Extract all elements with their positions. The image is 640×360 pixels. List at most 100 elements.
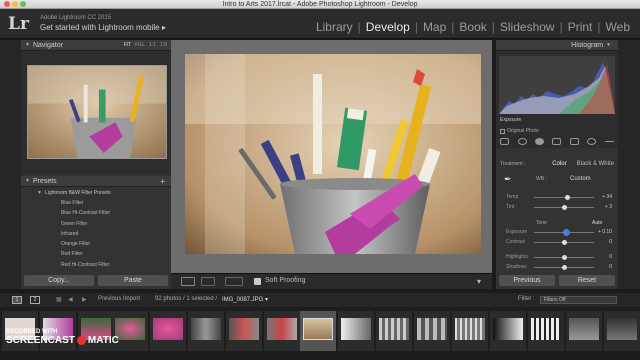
- histogram-header[interactable]: Histogram ▼: [496, 40, 618, 51]
- back-arrow-icon[interactable]: ◀: [68, 296, 73, 303]
- navigator-preview[interactable]: [21, 51, 171, 175]
- copy-button[interactable]: Copy...: [24, 275, 94, 286]
- filename[interactable]: IMG_0087.JPG ▾: [222, 296, 268, 303]
- navigator-header[interactable]: ▼ Navigator FIT FILL 1:1 1:8: [21, 40, 171, 51]
- preset-item[interactable]: Blue Hi-Contrast Filter: [21, 208, 171, 218]
- zoom-1-1[interactable]: 1:1: [149, 40, 156, 51]
- crop-tool-icon[interactable]: [517, 137, 527, 145]
- watermark-brand-suffix: MATIC: [87, 335, 119, 346]
- red-eye-icon[interactable]: [552, 137, 562, 145]
- slider-knob[interactable]: [561, 240, 567, 245]
- preset-item[interactable]: Blue Filter: [21, 198, 171, 208]
- histogram-exposure-label: Exposure: [500, 117, 522, 123]
- filmstrip-thumb[interactable]: [188, 311, 224, 351]
- filmstrip-thumb[interactable]: [528, 311, 564, 351]
- photo-canvas[interactable]: [171, 40, 492, 273]
- secondary-monitor-button[interactable]: 2: [30, 296, 40, 304]
- grid-view-icon[interactable]: ▦: [56, 296, 62, 303]
- filmstrip-thumb[interactable]: [338, 311, 374, 351]
- preset-item[interactable]: Green Filter: [21, 219, 171, 229]
- reset-button[interactable]: Reset: [559, 275, 615, 286]
- add-preset-icon[interactable]: +: [160, 176, 165, 187]
- module-slideshow[interactable]: Slideshow: [498, 20, 557, 34]
- slider-knob[interactable]: [562, 229, 570, 236]
- toolbar-menu-icon[interactable]: ▾: [477, 277, 481, 286]
- navigator-thumbnail[interactable]: [27, 65, 167, 159]
- filmstrip-thumb[interactable]: [452, 311, 488, 351]
- zoom-1-8[interactable]: 1:8: [160, 40, 167, 51]
- filmstrip-thumb[interactable]: [150, 311, 186, 351]
- navigator-title: Navigator: [32, 41, 63, 49]
- module-book[interactable]: Book: [457, 20, 488, 34]
- graduated-filter-icon[interactable]: [569, 137, 579, 145]
- previous-button[interactable]: Previous: [499, 275, 555, 286]
- left-panel-edge: [0, 40, 21, 289]
- filmstrip-thumb[interactable]: [490, 311, 526, 351]
- slider-label: Exposure: [506, 229, 528, 235]
- mobile-promo-link[interactable]: Get started with Lightroom mobile ▸: [40, 23, 166, 32]
- spot-removal-icon[interactable]: [535, 137, 545, 145]
- thumb-image: [115, 318, 145, 340]
- eyedropper-icon[interactable]: ✒: [504, 174, 512, 185]
- filmstrip-thumb[interactable]: [264, 311, 300, 351]
- thumb-image: [417, 318, 447, 340]
- soft-proofing-label: Soft Proofing: [265, 277, 306, 284]
- filter-select[interactable]: Filters Off: [540, 296, 617, 304]
- paste-button[interactable]: Paste: [98, 275, 168, 286]
- presets-header[interactable]: ▼ Presets +: [21, 176, 171, 187]
- app-name: Adobe Lightroom CC 2015: [40, 15, 112, 21]
- module-library[interactable]: Library: [314, 20, 355, 34]
- previous-reset-bar: Previous Reset: [496, 275, 618, 286]
- preset-item[interactable]: Red Hi-Contrast Filter: [21, 260, 171, 270]
- slider-value[interactable]: + 34: [602, 194, 612, 200]
- main-photo[interactable]: [185, 54, 481, 254]
- slider-value[interactable]: 0: [609, 264, 612, 270]
- zoom-fit[interactable]: FIT: [124, 40, 132, 51]
- zoom-fill[interactable]: FILL: [135, 40, 145, 51]
- module-web[interactable]: Web: [604, 20, 632, 34]
- screencast-watermark: RECORDED WITH SCREENCAST MATIC: [6, 329, 119, 346]
- histogram-graph[interactable]: [499, 56, 615, 114]
- slider-knob[interactable]: [562, 205, 568, 210]
- slider-value[interactable]: 0: [609, 254, 612, 260]
- module-develop[interactable]: Develop: [364, 20, 412, 34]
- thumb-image: [455, 318, 485, 340]
- slider-knob[interactable]: [561, 265, 567, 270]
- filmstrip-thumb[interactable]: [376, 311, 412, 351]
- filmstrip-thumb[interactable]: [566, 311, 602, 351]
- collapse-triangle-icon: ▼: [25, 41, 30, 48]
- compare-view-icon[interactable]: [201, 277, 215, 286]
- filmstrip-thumb[interactable]: [604, 311, 640, 351]
- preset-item[interactable]: Orange Filter: [21, 239, 171, 249]
- forward-arrow-icon[interactable]: ▶: [82, 296, 87, 303]
- histogram[interactable]: Exposure Original Photo: [496, 51, 618, 134]
- slider-value[interactable]: + 3: [605, 204, 612, 210]
- slider-value[interactable]: + 0.10: [598, 229, 612, 235]
- filmstrip-thumb-selected[interactable]: [300, 311, 336, 351]
- filmstrip-thumb[interactable]: [226, 311, 262, 351]
- preset-item[interactable]: Red Filter: [21, 249, 171, 259]
- before-after-icon[interactable]: [225, 277, 243, 286]
- source-label[interactable]: Previous Import: [98, 296, 140, 302]
- slider-knob[interactable]: [564, 195, 570, 200]
- slider-value[interactable]: 0: [609, 239, 612, 245]
- auto-tone-button[interactable]: Auto: [592, 220, 602, 226]
- wb-preset-select[interactable]: Custom: [570, 176, 591, 182]
- grid-tool-icon[interactable]: [500, 137, 510, 145]
- module-map[interactable]: Map: [421, 20, 448, 34]
- radial-filter-icon[interactable]: [587, 137, 597, 145]
- slider-label: Contrast: [506, 239, 525, 245]
- primary-monitor-button[interactable]: 1: [12, 296, 22, 304]
- slider-knob[interactable]: [561, 255, 567, 260]
- loupe-view-icon[interactable]: [181, 277, 195, 286]
- treatment-bw[interactable]: Black & White: [577, 161, 614, 167]
- brush-slider-icon[interactable]: [604, 140, 614, 142]
- treatment-color[interactable]: Color: [552, 161, 566, 167]
- checkbox-icon[interactable]: [500, 128, 505, 134]
- soft-proofing-checkbox[interactable]: [254, 278, 261, 285]
- preset-folder[interactable]: ▼ Lightroom B&W Filter Presets: [21, 188, 171, 198]
- preset-item[interactable]: Infrared: [21, 229, 171, 239]
- treatment-label: Treatment :: [500, 161, 526, 167]
- module-print[interactable]: Print: [566, 20, 595, 34]
- filmstrip-thumb[interactable]: [414, 311, 450, 351]
